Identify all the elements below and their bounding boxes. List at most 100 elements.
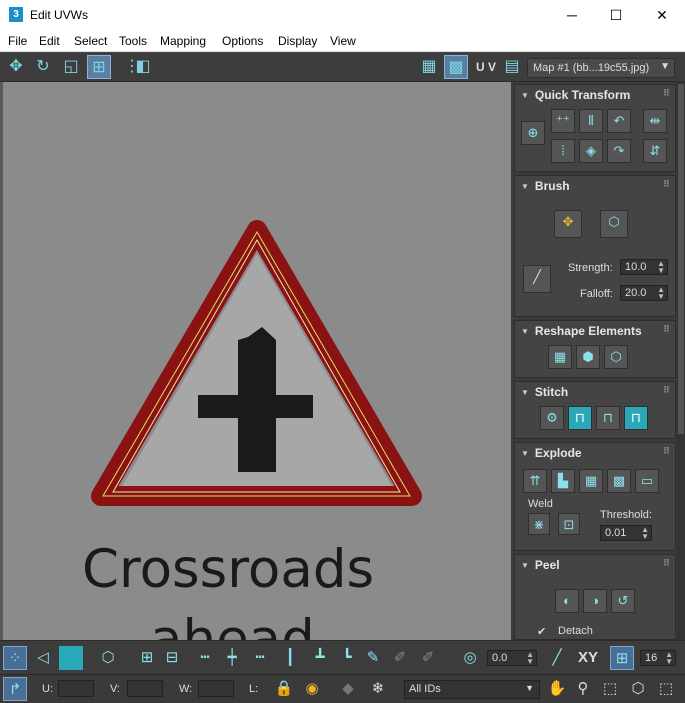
- sel-by-element-icon[interactable]: ┻: [308, 646, 332, 670]
- close-button[interactable]: ✕: [639, 0, 685, 30]
- flip-vertical-icon[interactable]: ⇵: [643, 139, 667, 163]
- show-map-icon[interactable]: ▩: [444, 55, 468, 79]
- soft-selection-icon[interactable]: ◎: [458, 646, 482, 670]
- strength-spinner[interactable]: 10.0 ▲ ▼: [620, 259, 668, 275]
- stitch-to-target-icon[interactable]: ⊓: [568, 406, 592, 430]
- rotate-ccw-icon[interactable]: ↶: [607, 109, 631, 133]
- menu-mapping[interactable]: Mapping: [160, 34, 206, 48]
- relax-brush-icon[interactable]: ⬡: [600, 210, 628, 238]
- grow-selection-icon[interactable]: ⊞: [135, 646, 159, 670]
- threshold-spinner[interactable]: 0.01 ▲ ▼: [600, 525, 652, 541]
- map-settings-icon[interactable]: ▤: [500, 55, 524, 79]
- zoom-region-icon[interactable]: ⬚: [598, 677, 622, 701]
- flatten-by-face-icon[interactable]: ▦: [579, 469, 603, 493]
- minimize-button[interactable]: ─: [549, 0, 595, 30]
- unfold-icon[interactable]: ⬡: [604, 345, 628, 369]
- move-icon[interactable]: ✥: [4, 55, 28, 79]
- stitch-to-source-icon[interactable]: ⊓: [624, 406, 648, 430]
- flip-horizontal-icon[interactable]: ⇹: [643, 109, 667, 133]
- space-horizontal-icon[interactable]: ⦀: [579, 109, 603, 133]
- loop-icon[interactable]: ┅: [193, 646, 217, 670]
- menu-display[interactable]: Display: [278, 34, 317, 48]
- line-tool-icon[interactable]: ╱: [545, 646, 569, 670]
- point-to-point-icon[interactable]: ┃: [278, 646, 302, 670]
- detach-edge-icon[interactable]: ▙: [551, 469, 575, 493]
- scale-icon[interactable]: ◱: [59, 55, 83, 79]
- reset-peel-icon[interactable]: ↺: [611, 589, 635, 613]
- menu-edit[interactable]: Edit: [39, 34, 60, 48]
- ring-icon[interactable]: ┿: [220, 646, 244, 670]
- map-select-dropdown[interactable]: Map #1 (bb...19c55.jpg) ▼: [527, 58, 675, 78]
- rollout-header-reshape[interactable]: ▼ Reshape Elements ⠿: [515, 321, 675, 341]
- flatten-by-smoothing-icon[interactable]: ▭: [635, 469, 659, 493]
- break-icon[interactable]: ⇈: [523, 469, 547, 493]
- menu-view[interactable]: View: [330, 34, 356, 48]
- panel-scrollbar[interactable]: [677, 82, 685, 640]
- zoom-icon[interactable]: ⚲: [571, 677, 595, 701]
- select-overlap-icon[interactable]: ┗: [335, 646, 359, 670]
- rotate-icon[interactable]: ↻: [31, 55, 55, 79]
- rollout-header-brush[interactable]: ▼ Brush ⠿: [515, 176, 675, 196]
- hide-icon[interactable]: ◉: [300, 677, 324, 701]
- maximize-button[interactable]: ☐: [593, 0, 639, 30]
- peel-mode-icon[interactable]: ◑: [583, 589, 607, 613]
- paint-size-icon[interactable]: ✐: [416, 646, 440, 670]
- grid-spinner[interactable]: 16 ▲ ▼: [640, 650, 676, 666]
- vertex-mode-icon[interactable]: ⁘: [3, 646, 27, 670]
- flatten-by-polygon-icon[interactable]: ▩: [607, 469, 631, 493]
- checker-icon[interactable]: ▦: [417, 55, 441, 79]
- weld-target-icon[interactable]: ⊡: [558, 513, 580, 535]
- align-vertical-icon[interactable]: ⁞: [551, 139, 575, 163]
- loop-uv-icon[interactable]: ┅: [248, 646, 272, 670]
- uv-toggle-button[interactable]: U V: [472, 55, 500, 79]
- u-field[interactable]: [58, 680, 94, 697]
- quick-peel-icon[interactable]: ◐: [555, 589, 579, 613]
- absolute-mode-icon[interactable]: ↱: [3, 677, 27, 701]
- straighten-selection-icon[interactable]: ▦: [548, 345, 572, 369]
- zoom-extents-icon[interactable]: ⬡: [626, 677, 650, 701]
- unhide-icon[interactable]: ◆: [336, 677, 360, 701]
- paint-move-icon[interactable]: ✥: [554, 210, 582, 238]
- rollout-header-peel[interactable]: ▼ Peel ⠿: [515, 555, 675, 575]
- menu-tools[interactable]: Tools: [119, 34, 147, 48]
- weld-selected-icon[interactable]: ⋇: [528, 513, 550, 535]
- material-id-dropdown[interactable]: All IDs ▼: [404, 680, 540, 699]
- edge-mode-icon[interactable]: ◁: [31, 646, 55, 670]
- flip-icon[interactable]: ◧: [131, 55, 155, 79]
- shrink-selection-icon[interactable]: ⊟: [160, 646, 184, 670]
- pan-icon[interactable]: ✋: [545, 677, 569, 701]
- freeform-mode-icon[interactable]: ⊞: [87, 55, 111, 79]
- rollout-header-explode[interactable]: ▼ Explode ⠿: [515, 443, 675, 463]
- align-horizontal-icon[interactable]: ⁺⁺: [551, 109, 575, 133]
- detach-checkbox[interactable]: ✔: [537, 625, 546, 638]
- falloff-spinner[interactable]: 20.0 ▲ ▼: [620, 285, 668, 301]
- paint-select-icon[interactable]: ✎: [361, 646, 385, 670]
- zoom-selected-icon[interactable]: ⬚: [654, 677, 678, 701]
- element-mode-icon[interactable]: ⬡: [96, 646, 120, 670]
- stitch-custom-icon[interactable]: ⚙: [540, 406, 564, 430]
- brush-falloff-icon[interactable]: ╱: [523, 265, 551, 293]
- paint-deselect-icon[interactable]: ✐: [388, 646, 412, 670]
- spinner-arrows-icon: ▲ ▼: [657, 285, 665, 301]
- rollout-header-stitch[interactable]: ▼ Stitch ⠿: [515, 382, 675, 402]
- polygon-mode-icon[interactable]: [59, 646, 83, 670]
- relax-icon[interactable]: ⬢: [576, 345, 600, 369]
- menu-select[interactable]: Select: [74, 34, 107, 48]
- w-field[interactable]: [198, 680, 234, 697]
- lock-icon[interactable]: 🔒: [272, 677, 296, 701]
- texture-caption-2: ahead: [150, 609, 315, 640]
- stitch-average-icon[interactable]: ⊓: [596, 406, 620, 430]
- uv-editor-viewport[interactable]: Crossroads ahead: [0, 82, 511, 640]
- panel-scrollbar-thumb[interactable]: [678, 84, 684, 434]
- freeze-icon[interactable]: ❄: [366, 677, 390, 701]
- straighten-icon[interactable]: ◈: [579, 139, 603, 163]
- rotation-spinner[interactable]: 0.0 ▲ ▼: [487, 650, 537, 666]
- menu-options[interactable]: Options: [222, 34, 263, 48]
- pivot-icon[interactable]: ⊕: [521, 121, 545, 145]
- rollout-header-quick-transform[interactable]: ▼ Quick Transform ⠿: [515, 85, 675, 105]
- menu-file[interactable]: File: [8, 34, 27, 48]
- grid-snap-icon[interactable]: ⊞: [610, 646, 634, 670]
- xy-toggle-button[interactable]: XY: [573, 646, 603, 670]
- v-field[interactable]: [127, 680, 163, 697]
- rotate-cw-icon[interactable]: ↷: [607, 139, 631, 163]
